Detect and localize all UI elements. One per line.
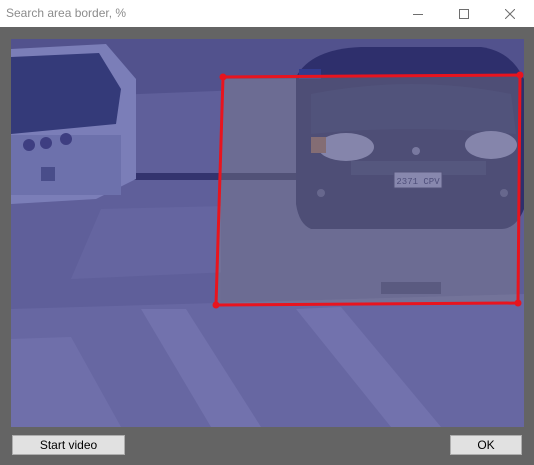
search-area-layer bbox=[212, 71, 524, 309]
maximize-icon bbox=[459, 8, 469, 19]
ok-button[interactable]: OK bbox=[450, 435, 522, 455]
maximize-button[interactable] bbox=[441, 0, 487, 27]
search-area-handle-bottom-right[interactable] bbox=[514, 299, 522, 307]
minimize-icon bbox=[413, 13, 423, 15]
search-area-handle-top-right[interactable] bbox=[516, 71, 524, 79]
start-video-button[interactable]: Start video bbox=[12, 435, 125, 455]
close-button[interactable] bbox=[487, 0, 533, 27]
search-area-handle-top-left[interactable] bbox=[219, 73, 227, 81]
video-preview[interactable]: 2371 CPV bbox=[11, 39, 524, 427]
window-title: Search area border, % bbox=[6, 6, 127, 20]
minimize-button[interactable] bbox=[395, 0, 441, 27]
close-icon bbox=[505, 8, 515, 19]
search-area-handle-bottom-left[interactable] bbox=[212, 301, 220, 309]
title-bar: Search area border, % bbox=[0, 0, 534, 27]
